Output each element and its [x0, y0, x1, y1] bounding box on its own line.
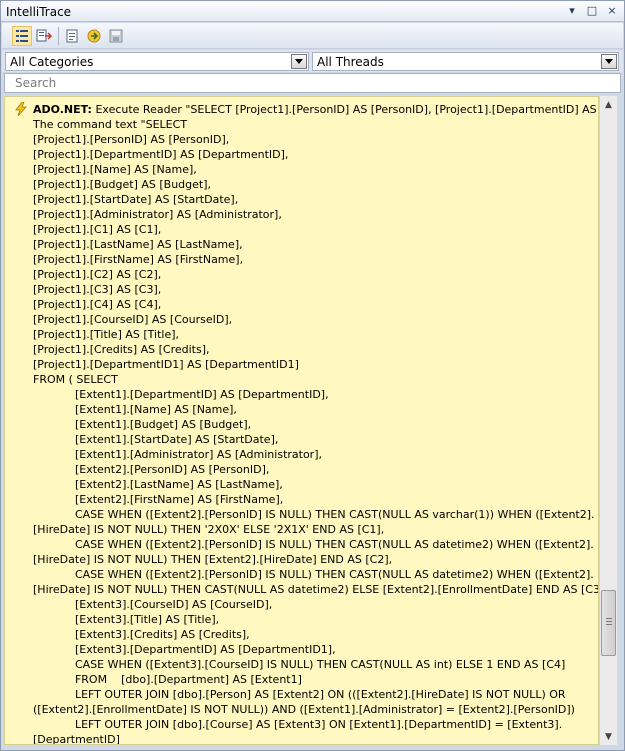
- detail-line: [Extent1].[DepartmentID] AS [DepartmentI…: [33, 388, 329, 401]
- detail-line: [Project1].[Administrator] AS [Administr…: [33, 208, 282, 221]
- detail-line: CASE WHEN ([Extent2].[PersonID] IS NULL)…: [33, 538, 594, 551]
- toolbar-separator: [58, 27, 59, 45]
- detail-line: CASE WHEN ([Extent2].[PersonID] IS NULL)…: [33, 568, 594, 581]
- event-header[interactable]: ADO.NET: Execute Reader "SELECT [Project…: [33, 102, 599, 117]
- detail-line: [DepartmentID]: [33, 733, 120, 745]
- detail-line: [Extent2].[LastName] AS [LastName],: [33, 478, 283, 491]
- detail-line: The command text "SELECT: [33, 118, 188, 131]
- threads-dropdown[interactable]: All Threads: [312, 52, 619, 71]
- vertical-scrollbar[interactable]: ▲ ▼: [599, 96, 617, 745]
- scroll-up-icon[interactable]: ▲: [600, 96, 617, 113]
- detail-line: [Extent1].[Budget] AS [Budget],: [33, 418, 252, 431]
- detail-line: [Project1].[Name] AS [Name],: [33, 163, 197, 176]
- detail-line: [HireDate] IS NOT NULL) THEN '2X0X' ELSE…: [33, 523, 385, 536]
- detail-line: [Project1].[CourseID] AS [CourseID],: [33, 313, 233, 326]
- maximize-icon[interactable]: □: [584, 3, 600, 19]
- detail-line: [Project1].[StartDate] AS [StartDate],: [33, 193, 239, 206]
- detail-line: [Extent3].[CourseID] AS [CourseID],: [33, 598, 273, 611]
- detail-line: [Project1].[PersonID] AS [PersonID],: [33, 133, 230, 146]
- chevron-down-icon[interactable]: [601, 54, 617, 69]
- threads-selected: All Threads: [317, 55, 384, 69]
- detail-line: [Extent1].[Administrator] AS [Administra…: [33, 448, 322, 461]
- event-category: ADO.NET:: [33, 103, 92, 116]
- detail-line: [Project1].[Title] AS [Title],: [33, 328, 180, 341]
- detail-line: [Extent2].[FirstName] AS [FirstName],: [33, 493, 284, 506]
- thumb-grip: [606, 624, 612, 625]
- detail-line: [Project1].[Budget] AS [Budget],: [33, 178, 212, 191]
- detail-line: ([Extent2].[EnrollmentDate] IS NOT NULL)…: [33, 703, 575, 716]
- detail-line: [Extent2].[PersonID] AS [PersonID],: [33, 463, 270, 476]
- save-icon[interactable]: [106, 26, 126, 46]
- chevron-down-icon[interactable]: [291, 54, 307, 69]
- detail-line: [Extent1].[StartDate] AS [StartDate],: [33, 433, 279, 446]
- detail-line: [Extent1].[Name] AS [Name],: [33, 403, 237, 416]
- event-detail: The command text "SELECT [Project1].[Pers…: [5, 117, 599, 745]
- window-controls: ▾ □ ×: [564, 3, 620, 19]
- toolbar: [2, 23, 623, 49]
- detail-line: LEFT OUTER JOIN [dbo].[Course] AS [Exten…: [33, 718, 563, 731]
- detail-line: LEFT OUTER JOIN [dbo].[Person] AS [Exten…: [33, 688, 566, 701]
- search-box[interactable]: [4, 73, 621, 93]
- event-summary: Execute Reader "SELECT [Project1].[Perso…: [91, 103, 599, 116]
- detail-line: [Project1].[LastName] AS [LastName],: [33, 238, 243, 251]
- detail-line: FROM ( SELECT: [33, 373, 118, 386]
- scroll-down-icon[interactable]: ▼: [600, 728, 617, 745]
- detail-line: [Project1].[DepartmentID1] AS [Departmen…: [33, 358, 299, 371]
- filter-bar: All Categories All Threads: [2, 50, 623, 72]
- detail-line: [Project1].[C4] AS [C4],: [33, 298, 162, 311]
- thumb-grip: [606, 618, 612, 619]
- detail-line: [Extent3].[Credits] AS [Credits],: [33, 628, 250, 641]
- detail-line: [HireDate] IS NOT NULL) THEN CAST(NULL A…: [33, 583, 599, 596]
- detail-line: [Project1].[Credits] AS [Credits],: [33, 343, 210, 356]
- categories-selected: All Categories: [10, 55, 94, 69]
- detail-line: [Project1].[DepartmentID] AS [Department…: [33, 148, 289, 161]
- navigate-icon[interactable]: [84, 26, 104, 46]
- window-position-dropdown-icon[interactable]: ▾: [564, 3, 580, 19]
- detail-line: [Project1].[C2] AS [C2],: [33, 268, 162, 281]
- open-settings-icon[interactable]: [62, 26, 82, 46]
- detail-line: CASE WHEN ([Extent2].[PersonID] IS NULL)…: [33, 508, 595, 521]
- intellitrace-window: IntelliTrace ▾ □ × All Categories All Th…: [0, 0, 625, 751]
- search-input[interactable]: [5, 74, 620, 92]
- window-title: IntelliTrace: [6, 5, 72, 19]
- detail-line: [Project1].[C3] AS [C3],: [33, 283, 162, 296]
- event-list[interactable]: ADO.NET: Execute Reader "SELECT [Project…: [4, 96, 599, 745]
- detail-line: [Extent3].[DepartmentID] AS [DepartmentI…: [33, 643, 336, 656]
- events-view-icon[interactable]: [12, 26, 32, 46]
- title-bar[interactable]: IntelliTrace ▾ □ ×: [1, 1, 624, 22]
- thumb-grip: [606, 621, 612, 622]
- detail-line: [Project1].[FirstName] AS [FirstName],: [33, 253, 244, 266]
- scrollbar-thumb[interactable]: [601, 590, 616, 656]
- detail-line: [HireDate] IS NOT NULL) THEN [Extent2].[…: [33, 553, 393, 566]
- calls-view-icon[interactable]: [34, 26, 54, 46]
- categories-dropdown[interactable]: All Categories: [5, 52, 309, 71]
- detail-line: [Extent3].[Title] AS [Title],: [33, 613, 220, 626]
- detail-line: CASE WHEN ([Extent3].[CourseID] IS NULL)…: [33, 658, 566, 671]
- close-icon[interactable]: ×: [604, 3, 620, 19]
- detail-line: [Project1].[C1] AS [C1],: [33, 223, 162, 236]
- detail-line: FROM [dbo].[Department] AS [Extent1]: [33, 673, 302, 686]
